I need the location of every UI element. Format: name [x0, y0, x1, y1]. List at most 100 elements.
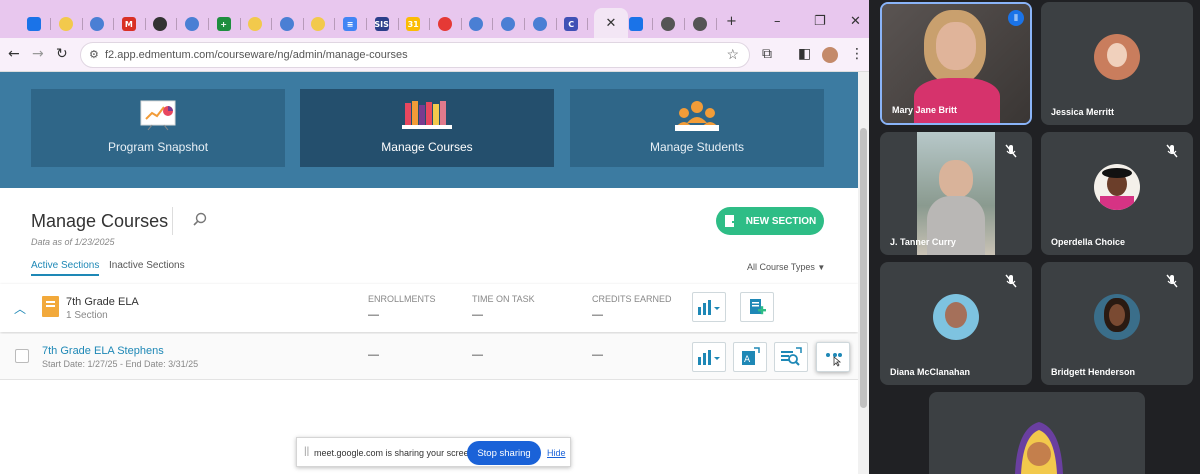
add-document-icon [724, 215, 738, 227]
edmentum-icon [311, 17, 326, 31]
time-on-task-value: — [472, 349, 483, 361]
stop-sharing-button[interactable]: Stop sharing [467, 441, 541, 465]
site-info-icon[interactable]: ⚙ [89, 48, 99, 61]
manage-students-card[interactable]: Manage Students [570, 89, 824, 167]
hide-link[interactable]: Hide [547, 448, 566, 458]
credits-earned-value: — [592, 349, 603, 361]
tab-inactive-sections[interactable]: Inactive Sections [109, 260, 185, 271]
tab-active-sections[interactable]: Active Sections [31, 260, 100, 276]
address-bar[interactable]: ⚙ f2.app.edmentum.com/courseware/ng/admi… [80, 42, 750, 68]
mic-off-icon [1166, 274, 1178, 288]
data-as-of: Data as of 1/23/2025 [31, 237, 115, 247]
browser-tab[interactable] [622, 12, 650, 36]
mic-off-icon [1166, 144, 1178, 158]
browser-tab[interactable]: ≡ [336, 12, 364, 36]
tab-strip: ✕ + – ❐ ✕ M + ≡ SIS 31 C [0, 0, 869, 38]
participant-name: Bridgett Henderson [1051, 367, 1136, 377]
chrome-app-icon [501, 17, 515, 31]
section-dates: Start Date: 1/27/25 - End Date: 3/31/25 [42, 359, 199, 369]
restore-icon[interactable]: ❐ [814, 14, 826, 29]
participant-tile[interactable]: Bridgett Henderson [1041, 262, 1193, 385]
collapse-icon[interactable]: ︿ [14, 300, 26, 317]
browser-tab[interactable]: + [210, 12, 238, 36]
preview-icon [781, 347, 802, 366]
page-scrollbar[interactable] [858, 72, 869, 474]
more-options-button[interactable] [816, 342, 850, 372]
browser-tab[interactable]: C [557, 12, 585, 36]
participant-name: Diana McClanahan [890, 367, 971, 377]
col-enrollments: ENROLLMENTS [368, 294, 436, 304]
avatar [1094, 294, 1140, 341]
bar-chart-icon [698, 350, 720, 365]
browser-tab[interactable] [494, 12, 522, 36]
add-section-button[interactable] [740, 292, 774, 322]
back-icon[interactable]: ← [8, 46, 20, 62]
close-tab-icon[interactable]: ✕ [606, 15, 617, 31]
browser-tab[interactable] [273, 12, 301, 36]
browser-tab[interactable] [241, 12, 269, 36]
chrome-app-icon [90, 17, 105, 31]
edmentum-icon [58, 17, 73, 31]
browser-tab[interactable]: M [115, 12, 143, 36]
participant-tile[interactable] [929, 392, 1145, 474]
browser-tab[interactable] [431, 12, 459, 36]
course-group-row: ︿ 7th Grade ELA 1 Section ENROLLMENTS TI… [0, 284, 858, 332]
menu-icon[interactable]: ⋮ [850, 46, 864, 62]
browser-tab[interactable] [20, 12, 48, 36]
credits-earned-value: — [592, 309, 603, 321]
close-window-icon[interactable]: ✕ [850, 14, 861, 29]
chart-board-icon [140, 100, 176, 131]
google-drive-icon [27, 17, 41, 31]
browser-tab[interactable] [686, 12, 714, 36]
browser-tab[interactable]: 31 [399, 12, 427, 36]
course-type-filter[interactable]: All Course Types ▼ [747, 262, 825, 272]
participant-tile[interactable]: Operdella Choice [1041, 132, 1193, 255]
participant-tile[interactable]: Diana McClanahan [880, 262, 1032, 385]
browser-tab[interactable] [52, 12, 80, 36]
participant-tile[interactable]: Jessica Merritt [1041, 2, 1193, 125]
extensions-icon[interactable]: ⧉ [762, 46, 772, 62]
reload-icon[interactable]: ↻ [56, 46, 68, 62]
manage-courses-card[interactable]: Manage Courses [300, 89, 554, 167]
card-label: Manage Students [649, 140, 745, 154]
assignment-button[interactable]: A [733, 342, 767, 372]
col-credits-earned: CREDITS EARNED [592, 294, 672, 304]
url-text[interactable]: f2.app.edmentum.com/courseware/ng/admin/… [105, 49, 408, 61]
browser-tab[interactable] [526, 12, 554, 36]
search-icon[interactable] [192, 212, 208, 228]
page-content: Program Snapshot Manage Courses Manage S… [0, 72, 858, 474]
participant-tile[interactable]: J. Tanner Curry [880, 132, 1032, 255]
new-section-button[interactable]: NEW SECTION [716, 207, 824, 235]
bookmark-star-icon[interactable]: ☆ [726, 46, 739, 63]
browser-tab[interactable]: SIS [368, 12, 396, 36]
browser-tab[interactable] [462, 12, 490, 36]
browser-tab[interactable] [654, 12, 682, 36]
minimize-icon[interactable]: – [774, 14, 781, 29]
col-time-on-task: TIME ON TASK [472, 294, 535, 304]
profile-avatar[interactable] [822, 47, 838, 63]
program-snapshot-card[interactable]: Program Snapshot [31, 89, 285, 167]
drag-handle-icon[interactable]: || [304, 446, 309, 457]
new-section-label: NEW SECTION [745, 215, 817, 227]
books-icon [402, 101, 452, 129]
forward-icon[interactable]: → [32, 46, 44, 62]
clever-icon [153, 17, 168, 31]
assignment-icon: A [742, 347, 760, 365]
section-reports-button[interactable] [692, 342, 726, 372]
participant-name: Jessica Merritt [1051, 107, 1115, 117]
browser-tab[interactable] [83, 12, 111, 36]
browser-tab[interactable] [146, 12, 174, 36]
scroll-thumb[interactable] [860, 128, 867, 408]
course-book-icon [42, 296, 59, 317]
google-docs-icon: ≡ [343, 17, 357, 31]
section-count: 1 Section [66, 310, 108, 321]
browser-tab[interactable] [178, 12, 206, 36]
course-reports-button[interactable] [692, 292, 726, 322]
side-panel-icon[interactable]: ◧ [798, 46, 811, 62]
new-tab-button[interactable]: + [726, 14, 737, 29]
participant-tile[interactable]: ⦀ Mary Jane Britt [880, 2, 1032, 125]
browser-tab[interactable] [304, 12, 332, 36]
section-name-link[interactable]: 7th Grade ELA Stephens [42, 345, 164, 357]
preview-button[interactable] [774, 342, 808, 372]
select-section-checkbox[interactable] [15, 349, 29, 363]
